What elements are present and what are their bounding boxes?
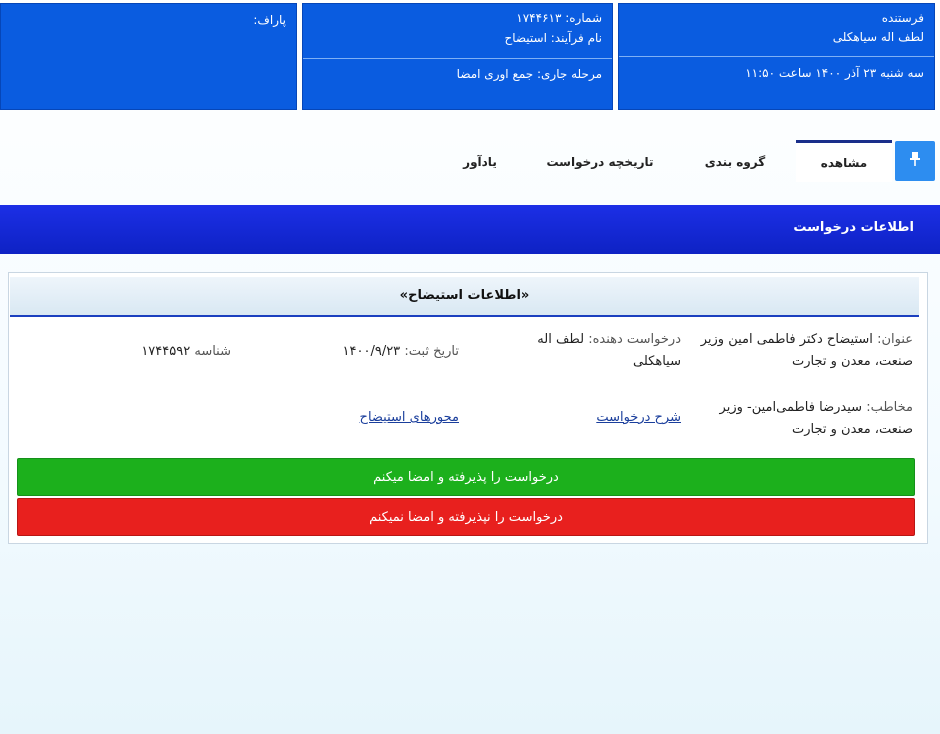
tab-request-history[interactable]: تاریخچه درخواست	[540, 140, 660, 182]
impeachment-info-card: «اطلاعات استیضاح» عنوان: استیضاح دکتر فا…	[8, 272, 928, 544]
process-name: نام فرآیند: استیضاح	[504, 31, 603, 45]
addressee-field: مخاطب: سیدرضا فاطمی‌امین- وزیر صنعت، معد…	[713, 397, 913, 441]
section-title: اطلاعات درخواست	[793, 220, 914, 235]
sender-divider	[619, 56, 934, 57]
impeachment-axes-link[interactable]: محورهای استیضاح	[360, 410, 459, 425]
reject-sign-button[interactable]: درخواست را نپذیرفته و امضا نمیکنم	[17, 498, 915, 536]
subject-field: عنوان: استیضاح دکتر فاطمی امین وزیر صنعت…	[693, 329, 913, 373]
current-stage: مرحله جاری: جمع اوری امضا	[456, 67, 602, 81]
request-description-link[interactable]: شرح درخواست	[596, 410, 681, 425]
subject-label: عنوان:	[877, 332, 913, 347]
paraph-label: پاراف:	[253, 13, 286, 27]
request-panel: شماره: ۱۷۴۴۶۱۳ نام فرآیند: استیضاح مرحله…	[302, 3, 613, 110]
paraph-panel: پاراف:	[0, 3, 297, 110]
tab-reminder[interactable]: یادآور	[440, 140, 520, 182]
sender-datetime: سه شنبه ۲۳ آذر ۱۴۰۰ ساعت ۱۱:۵۰	[745, 66, 924, 80]
date-value: ۱۴۰۰/۹/۲۳	[342, 344, 401, 359]
sender-label: فرستنده	[881, 11, 924, 25]
requester-field: درخواست دهنده: لطف اله سیاهکلی	[506, 329, 681, 373]
request-divider	[303, 58, 612, 59]
date-label: تاریخ ثبت:	[404, 344, 459, 359]
request-number: شماره: ۱۷۴۴۶۱۳	[516, 11, 602, 25]
id-value: ۱۷۴۴۵۹۲	[141, 344, 191, 359]
card-title: «اطلاعات استیضاح»	[10, 277, 919, 317]
sender-name: لطف اله سیاهکلی	[832, 30, 924, 44]
tab-bar: مشاهده گروه بندی تاریخچه درخواست یادآور	[0, 140, 940, 182]
addressee-label: مخاطب:	[866, 400, 913, 415]
id-field: شناسه ۱۷۴۴۵۹۲	[141, 341, 231, 363]
requester-label: درخواست دهنده:	[588, 332, 681, 347]
date-field: تاریخ ثبت: ۱۴۰۰/۹/۲۳	[343, 341, 459, 363]
section-header: اطلاعات درخواست	[0, 205, 940, 254]
sender-panel: فرستنده لطف اله سیاهکلی سه شنبه ۲۳ آذر ۱…	[618, 3, 935, 110]
tab-view[interactable]: مشاهده	[796, 140, 892, 182]
id-label: شناسه	[194, 344, 231, 359]
accept-sign-button[interactable]: درخواست را پذیرفته و امضا میکنم	[17, 458, 915, 496]
tab-grouping[interactable]: گروه بندی	[680, 140, 790, 182]
